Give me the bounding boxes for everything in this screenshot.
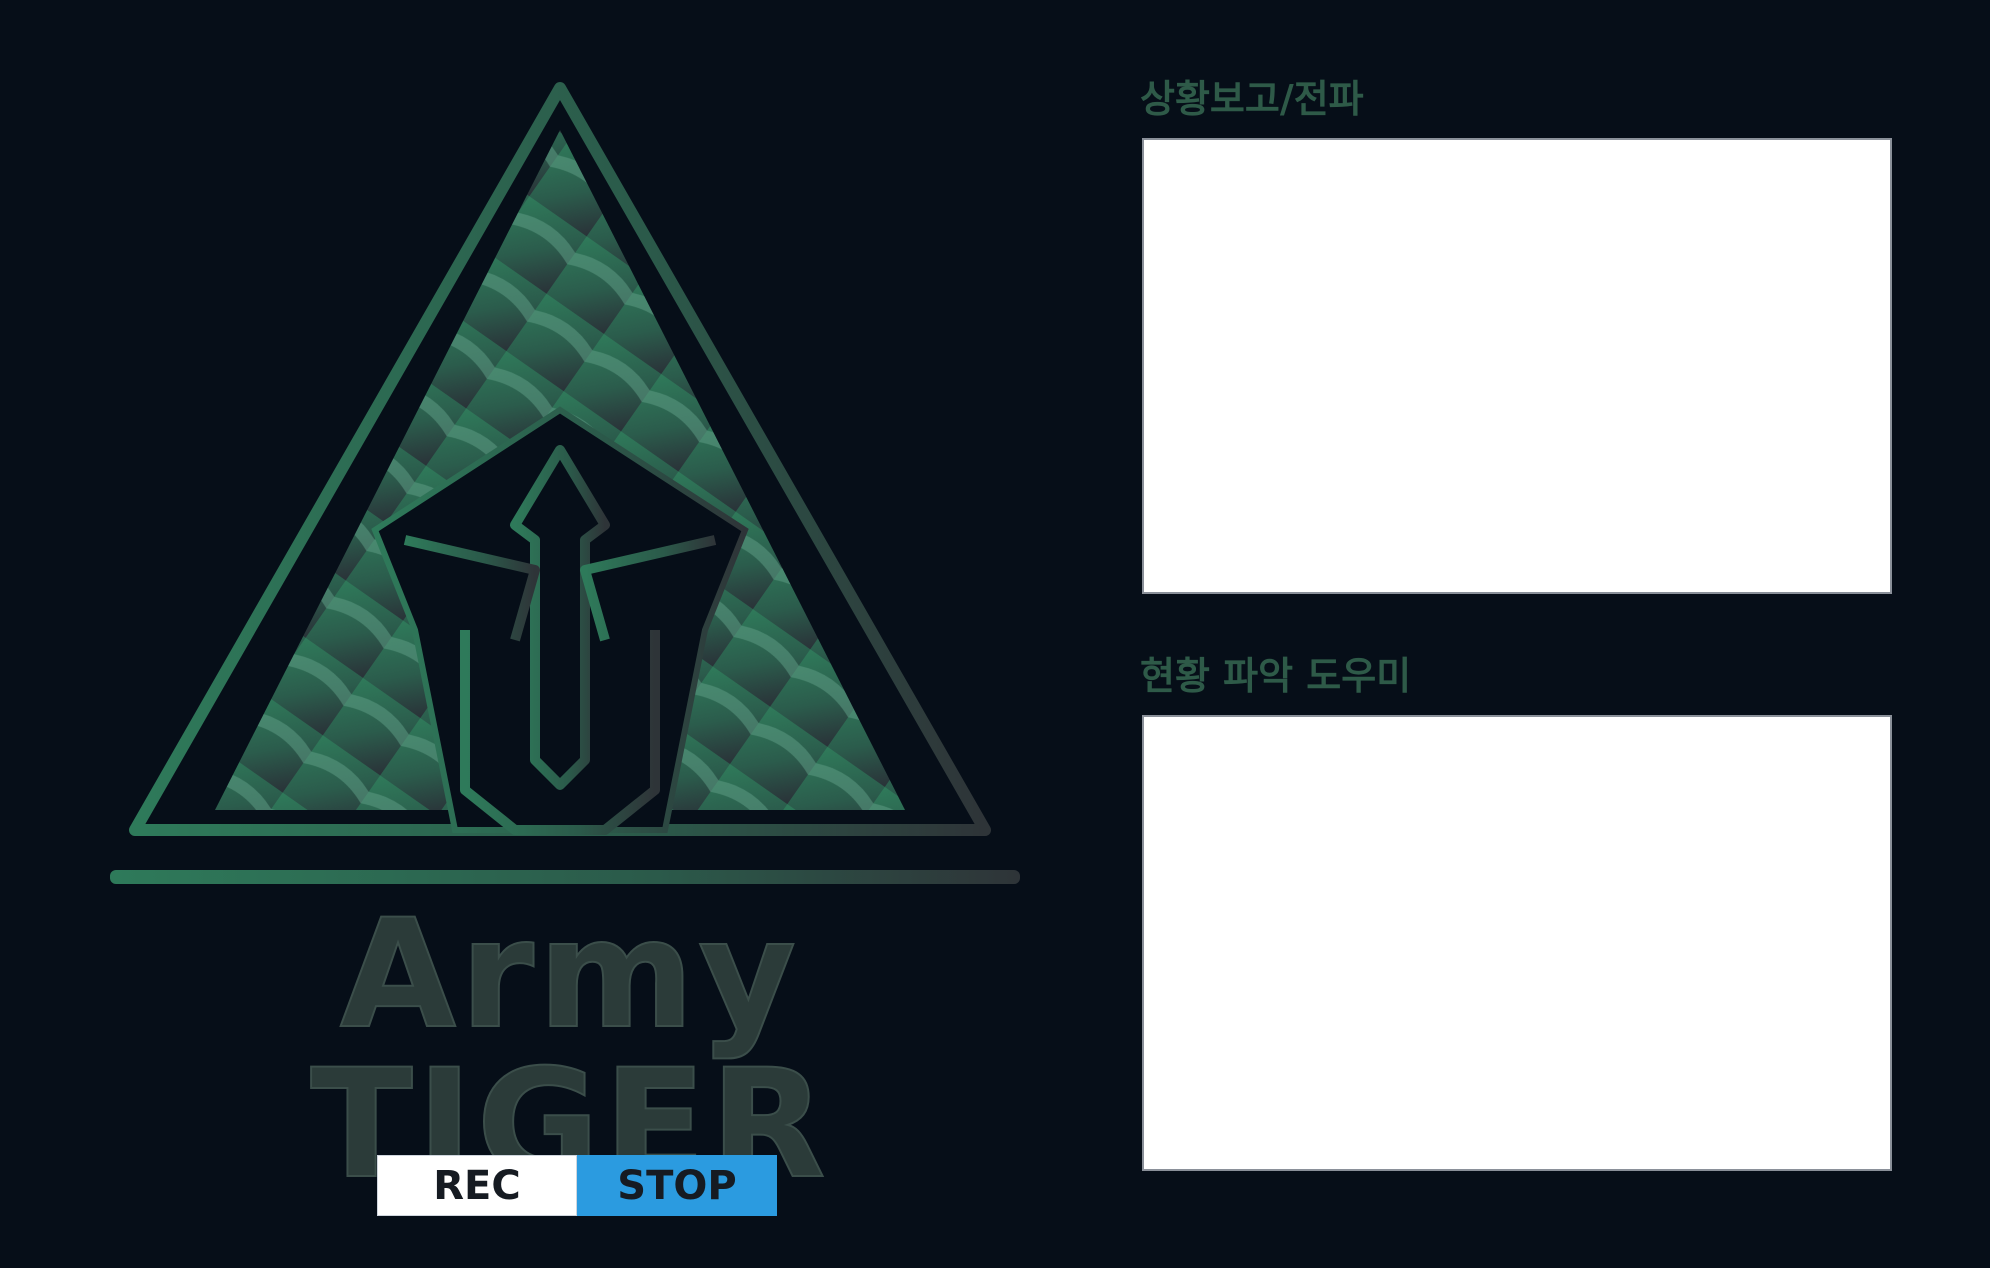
panel-title-status-helper: 현황 파악 도우미 <box>1140 654 1412 698</box>
rec-button[interactable]: REC <box>377 1155 577 1216</box>
record-controls: REC STOP <box>377 1155 777 1216</box>
army-tiger-emblem-icon <box>110 82 1020 884</box>
army-tiger-logo: Army TIGER <box>105 70 1035 1201</box>
situation-report-panel[interactable] <box>1142 138 1892 594</box>
app-root: Army TIGER REC STOP 상황보고/전파 현황 파악 도우미 <box>0 0 1990 1268</box>
status-helper-panel[interactable] <box>1142 715 1892 1171</box>
stop-button[interactable]: STOP <box>577 1155 777 1216</box>
panel-title-situation-report: 상황보고/전파 <box>1140 77 1364 121</box>
